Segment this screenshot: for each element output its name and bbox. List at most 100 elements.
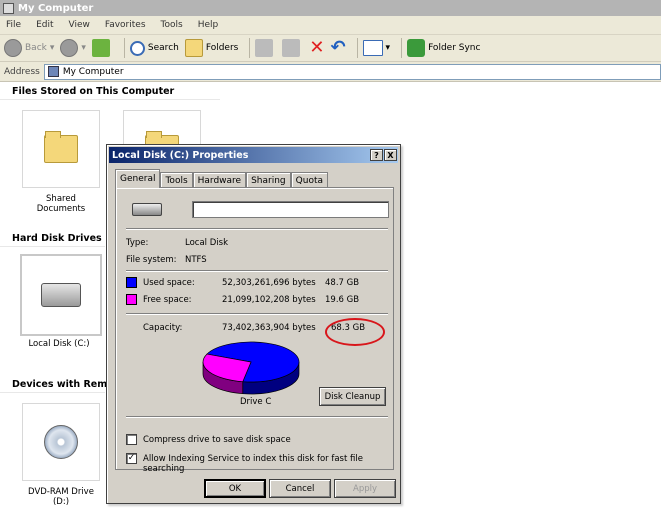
shared-documents-label: Shared Documents [36,194,86,214]
free-space-gb: 19.6 GB [325,295,360,305]
disk-usage-pie [202,341,300,395]
tab-hardware[interactable]: Hardware [192,172,247,188]
views-button[interactable]: ▾ [362,37,391,59]
compress-label: Compress drive to save disk space [143,435,291,445]
used-space-swatch [126,277,137,288]
used-space-gb: 48.7 GB [325,278,360,288]
chevron-down-icon: ▾ [81,43,86,53]
hard-disk-icon [132,203,162,216]
forward-button[interactable]: ▾ [60,37,86,59]
free-space-label: Free space: [143,295,192,305]
folder-icon [44,131,78,163]
views-grid-icon [362,40,383,56]
dvd-drive-label: DVD-RAM Drive (D:) [28,487,94,507]
sync-icon [407,39,426,57]
computer-icon [3,2,14,14]
dvd-drive-item[interactable]: DVD-RAM Drive (D:) [22,403,100,507]
tab-general[interactable]: General [115,169,161,188]
type-label: Type: [126,238,149,248]
menu-favorites[interactable]: Favorites [105,20,146,30]
local-disk-item[interactable]: Local Disk (C:) [20,254,102,349]
address-bar: Address My Computer [0,62,661,82]
chevron-down-icon: ▾ [49,43,55,53]
folders-icon [184,39,203,57]
divider [126,313,388,315]
general-panel: Type: Local Disk File system: NTFS Used … [115,187,394,474]
ok-button[interactable]: OK [204,479,266,498]
search-button[interactable]: Search [129,37,179,59]
copy-to-button[interactable] [282,37,303,59]
group-divider [0,392,105,393]
used-space-bytes: 52,303,261,696 bytes [222,278,316,288]
back-button[interactable]: Back ▾ [4,37,54,59]
free-space-bytes: 21,099,102,208 bytes [222,295,316,305]
window-title: My Computer [18,2,94,14]
up-button[interactable] [91,37,113,59]
toolbar-separator [249,38,251,58]
hard-disk-icon [41,283,81,307]
address-input[interactable]: My Computer [43,63,661,80]
group-title-devices: Devices with Remov [12,379,120,390]
group-divider [0,99,220,100]
tab-quota[interactable]: Quota [290,172,328,188]
help-button[interactable]: ? [370,149,383,161]
local-disk-thumb [20,254,102,336]
folder-up-icon [91,39,110,57]
computer-icon [47,66,59,77]
menu-file[interactable]: File [6,20,21,30]
cancel-button[interactable]: Cancel [269,479,331,498]
menu-edit[interactable]: Edit [36,20,53,30]
group-divider [0,246,105,247]
apply-button[interactable]: Apply [334,479,396,498]
move-to-icon [255,39,274,57]
delete-x-icon: ✕ [309,37,325,58]
volume-name-input[interactable] [192,201,389,218]
folder-sync-button[interactable]: Folder Sync [407,37,480,59]
undo-icon: ↶ [330,37,346,58]
window-titlebar: My Computer [0,0,661,16]
type-value: Local Disk [185,238,228,248]
folders-button[interactable]: Folders [184,37,238,59]
chevron-down-icon: ▾ [385,43,391,53]
used-space-label: Used space: [143,278,195,288]
toolbar-separator [401,38,403,58]
indexing-checkbox[interactable]: ✓ [126,453,137,464]
toolbar: Back ▾ ▾ Search Folders ✕ ↶ ▾ Folder Syn… [0,35,661,62]
close-button[interactable]: X [384,149,397,161]
compress-checkbox[interactable] [126,434,137,445]
shared-documents-thumb [22,110,100,188]
divider [126,416,388,418]
group-title-hdd: Hard Disk Drives [12,233,102,244]
address-label: Address [4,66,40,77]
tab-tools[interactable]: Tools [160,172,193,188]
menu-help[interactable]: Help [198,20,219,30]
dialog-title: Local Disk (C:) Properties [112,149,249,161]
undo-button[interactable]: ↶ [330,37,345,59]
forward-arrow-icon [60,39,79,57]
properties-dialog: Local Disk (C:) Properties ? X General T… [106,144,401,504]
indexing-label: Allow Indexing Service to index this dis… [143,454,363,474]
local-disk-label: Local Disk (C:) [28,339,90,349]
capacity-label: Capacity: [143,323,183,333]
divider [126,228,388,230]
tab-strip: General Tools Hardware Sharing Quota [115,169,328,188]
address-value: My Computer [62,66,124,77]
dvd-drive-thumb [22,403,100,481]
red-circle-annotation [325,318,385,346]
dialog-titlebar: Local Disk (C:) Properties [109,147,398,163]
drive-label: Drive C [240,397,272,407]
disk-cleanup-button[interactable]: Disk Cleanup [319,387,386,406]
divider [126,270,388,272]
menu-tools[interactable]: Tools [161,20,183,30]
filesystem-value: NTFS [185,255,207,265]
shared-documents-item[interactable]: Shared Documents [22,110,100,214]
menubar: File Edit View Favorites Tools Help [0,16,661,35]
search-icon [129,40,145,56]
group-title-files: Files Stored on This Computer [12,86,175,97]
menu-view[interactable]: View [69,20,90,30]
delete-button[interactable]: ✕ [309,37,324,59]
move-to-button[interactable] [255,37,276,59]
toolbar-separator [356,38,358,58]
tab-sharing[interactable]: Sharing [246,172,291,188]
free-space-swatch [126,294,137,305]
